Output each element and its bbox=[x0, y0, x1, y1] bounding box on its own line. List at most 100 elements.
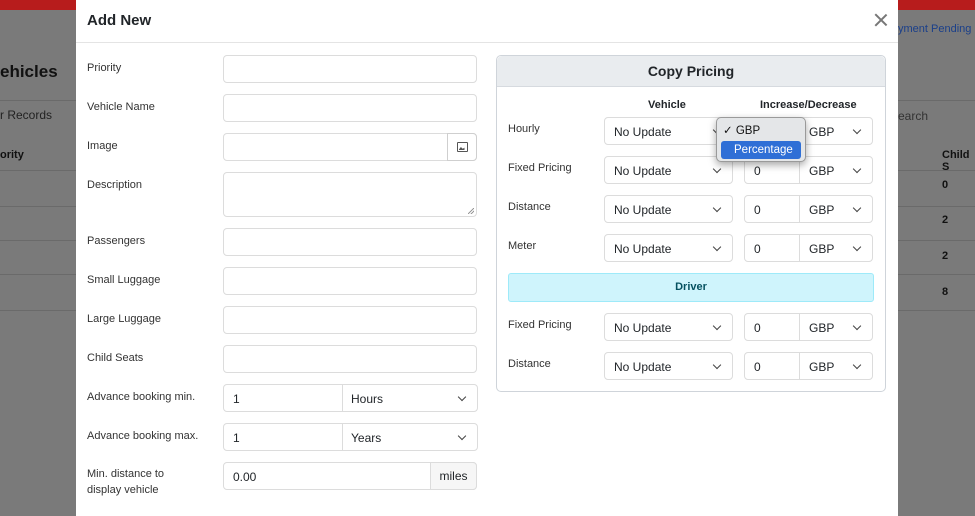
currency-select[interactable]: GBP bbox=[799, 352, 873, 380]
min-distance-label: Min. distance to display vehicle bbox=[87, 466, 164, 498]
amount-input[interactable]: 0 bbox=[744, 313, 800, 341]
copy-pricing-title: Copy Pricing bbox=[497, 56, 885, 87]
chevron-down-icon bbox=[852, 203, 862, 213]
modal-header: Add New bbox=[76, 0, 898, 43]
driver-row-distance: Distance No Update 0 GBP bbox=[497, 352, 885, 380]
table-cell: 0 bbox=[942, 179, 949, 191]
pricing-row-fixed: Fixed Pricing No Update 0 GBP bbox=[497, 156, 885, 184]
advance-max-label: Advance booking max. bbox=[87, 430, 199, 442]
chevron-down-icon bbox=[852, 321, 862, 331]
divider bbox=[898, 100, 975, 101]
amount-input[interactable]: 0 bbox=[744, 195, 800, 223]
large-luggage-label: Large Luggage bbox=[87, 313, 162, 325]
table-cell: 8 bbox=[942, 286, 949, 298]
passengers-label: Passengers bbox=[87, 235, 146, 247]
advance-max-unit-select[interactable]: Years bbox=[342, 423, 478, 451]
driver-section-header: Driver bbox=[508, 273, 874, 302]
increase-decrease-group: 0 GBP bbox=[744, 195, 873, 223]
vehicle-update-select[interactable]: No Update bbox=[604, 313, 733, 341]
divider bbox=[0, 100, 76, 101]
vehicle-update-select[interactable]: No Update bbox=[604, 195, 733, 223]
chevron-down-icon bbox=[852, 242, 862, 252]
priority-input[interactable] bbox=[223, 55, 477, 83]
currency-select[interactable]: GBP bbox=[799, 117, 873, 145]
pricing-row-label: Distance bbox=[508, 201, 551, 213]
vehicle-update-select[interactable]: No Update bbox=[604, 352, 733, 380]
increase-decrease-group: 0 GBP bbox=[744, 234, 873, 262]
pricing-row-label: Fixed Pricing bbox=[508, 162, 572, 174]
dropdown-option-percentage[interactable]: Percentage bbox=[721, 141, 801, 159]
chevron-down-icon bbox=[712, 321, 722, 331]
amount-input[interactable]: 0 bbox=[744, 352, 800, 380]
pricing-row-label: Meter bbox=[508, 240, 537, 252]
payment-pending-link[interactable]: yment Pending bbox=[898, 23, 971, 35]
pricing-row-label: Hourly bbox=[508, 123, 540, 135]
pricing-row-label: Fixed Pricing bbox=[508, 319, 572, 331]
modal-title: Add New bbox=[87, 12, 152, 29]
advance-min-label: Advance booking min. bbox=[87, 391, 196, 403]
copy-pricing-panel: Copy Pricing Vehicle Increase/Decrease H… bbox=[496, 55, 886, 392]
chevron-down-icon bbox=[712, 164, 722, 174]
column-header-vehicle: Vehicle bbox=[648, 99, 686, 111]
divider bbox=[0, 274, 76, 275]
chevron-down-icon bbox=[852, 360, 862, 370]
table-cell: 2 bbox=[942, 250, 949, 262]
table-cell: 2 bbox=[942, 214, 949, 226]
min-distance-label-line2: display vehicle bbox=[87, 484, 159, 496]
column-header-priority: ority bbox=[0, 149, 24, 161]
advance-max-input[interactable]: 1 Years bbox=[223, 423, 478, 451]
vehicle-name-input[interactable] bbox=[223, 94, 477, 122]
resize-handle-icon[interactable] bbox=[468, 208, 474, 214]
currency-dropdown-menu: ✓ GBP Percentage bbox=[716, 117, 806, 162]
currency-select[interactable]: GBP bbox=[799, 195, 873, 223]
divider bbox=[0, 310, 76, 311]
increase-decrease-group: 0 GBP bbox=[744, 313, 873, 341]
child-seats-label: Child Seats bbox=[87, 352, 144, 364]
pricing-row-label: Distance bbox=[508, 358, 551, 370]
page-title: ehicles bbox=[0, 62, 58, 81]
driver-row-fixed: Fixed Pricing No Update 0 GBP bbox=[497, 313, 885, 341]
chevron-down-icon bbox=[457, 392, 467, 402]
priority-label: Priority bbox=[87, 62, 122, 74]
close-icon[interactable] bbox=[872, 11, 890, 29]
image-input[interactable] bbox=[223, 133, 477, 161]
pricing-row-hourly: Hourly No Update 0 GBP bbox=[497, 117, 885, 145]
divider bbox=[898, 310, 975, 311]
increase-decrease-group: 0 GBP bbox=[744, 352, 873, 380]
chevron-down-icon bbox=[712, 203, 722, 213]
chevron-down-icon bbox=[712, 242, 722, 252]
chevron-down-icon bbox=[712, 360, 722, 370]
miles-suffix: miles bbox=[430, 462, 477, 490]
image-label: Image bbox=[87, 140, 118, 152]
vehicle-update-select[interactable]: No Update bbox=[604, 156, 733, 184]
currency-select[interactable]: GBP bbox=[799, 234, 873, 262]
currency-select[interactable]: GBP bbox=[799, 156, 873, 184]
currency-select[interactable]: GBP bbox=[799, 313, 873, 341]
child-seats-input[interactable] bbox=[223, 345, 477, 373]
pricing-row-distance: Distance No Update 0 GBP bbox=[497, 195, 885, 223]
description-textarea[interactable] bbox=[223, 172, 477, 217]
large-luggage-input[interactable] bbox=[223, 306, 477, 334]
dropdown-option-gbp[interactable]: ✓ GBP bbox=[721, 122, 801, 140]
divider bbox=[0, 170, 76, 171]
amount-input[interactable]: 0 bbox=[744, 234, 800, 262]
records-label: r Records bbox=[0, 108, 53, 122]
search-input[interactable]: earch bbox=[898, 109, 928, 123]
pricing-row-meter: Meter No Update 0 GBP bbox=[497, 234, 885, 262]
vehicle-update-select[interactable]: No Update bbox=[604, 234, 733, 262]
passengers-input[interactable] bbox=[223, 228, 477, 256]
min-distance-input[interactable]: 0.00 miles bbox=[223, 462, 477, 490]
small-luggage-input[interactable] bbox=[223, 267, 477, 295]
divider bbox=[0, 206, 76, 207]
vehicle-update-select[interactable]: No Update bbox=[604, 117, 733, 145]
small-luggage-label: Small Luggage bbox=[87, 274, 161, 286]
vehicle-name-label: Vehicle Name bbox=[87, 101, 155, 113]
divider bbox=[898, 274, 975, 275]
advance-min-unit-select[interactable]: Hours bbox=[342, 384, 478, 412]
divider bbox=[0, 240, 76, 241]
divider bbox=[898, 170, 975, 171]
advance-min-input[interactable]: 1 Hours bbox=[223, 384, 478, 412]
image-icon bbox=[456, 142, 468, 152]
divider bbox=[898, 240, 975, 241]
image-picker-button[interactable] bbox=[447, 133, 477, 161]
